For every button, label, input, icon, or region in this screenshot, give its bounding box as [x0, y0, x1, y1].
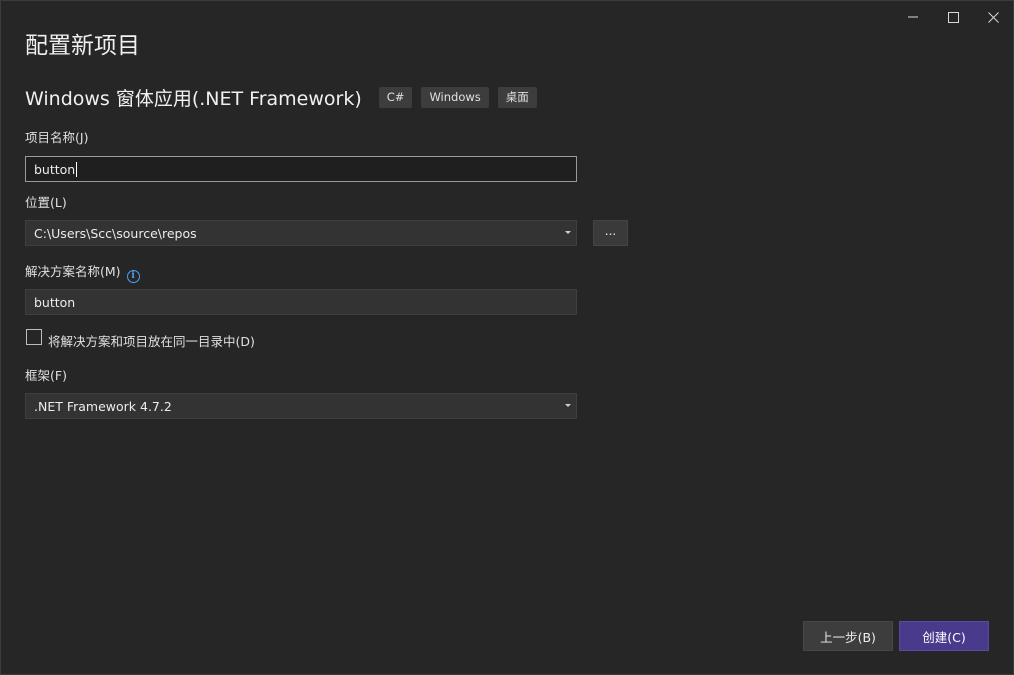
- solution-name-label: 解决方案名称(M): [25, 264, 121, 279]
- language-tag: C#: [378, 86, 413, 108]
- minimize-icon: [908, 16, 918, 18]
- same-directory-option[interactable]: 将解决方案和项目放在同一目录中(D): [26, 327, 255, 350]
- create-button[interactable]: 创建(C): [899, 621, 989, 651]
- solution-name-label-row: 解决方案名称(M) i: [25, 263, 140, 283]
- chevron-down-icon[interactable]: [565, 404, 571, 407]
- maximize-icon: [947, 11, 959, 23]
- close-button[interactable]: [973, 1, 1013, 33]
- solution-name-input[interactable]: button: [25, 289, 577, 315]
- platform-tag: Windows: [421, 86, 489, 108]
- framework-label: 框架(F): [25, 368, 67, 383]
- template-header: Windows 窗体应用(.NET Framework) C# Windows …: [25, 84, 546, 110]
- same-directory-label[interactable]: 将解决方案和项目放在同一目录中(D): [48, 331, 255, 350]
- minimize-button[interactable]: [893, 1, 933, 33]
- project-name-input[interactable]: button: [25, 156, 577, 182]
- framework-value: .NET Framework 4.7.2: [34, 398, 172, 414]
- template-name: Windows 窗体应用(.NET Framework): [25, 87, 362, 110]
- close-icon: [987, 11, 999, 23]
- window-controls: [893, 1, 1013, 33]
- text-caret: [76, 161, 78, 177]
- project-name-label: 项目名称(J): [25, 130, 89, 145]
- browse-button[interactable]: ...: [593, 220, 628, 246]
- maximize-button[interactable]: [933, 1, 973, 33]
- location-label: 位置(L): [25, 195, 67, 210]
- solution-name-value: button: [34, 294, 76, 310]
- location-value: C:\Users\Scc\source\repos: [34, 225, 197, 241]
- project-type-tag: 桌面: [497, 86, 537, 108]
- configure-project-window: 配置新项目 Windows 窗体应用(.NET Framework) C# Wi…: [0, 0, 1014, 675]
- back-button[interactable]: 上一步(B): [803, 621, 893, 651]
- project-name-value: button: [34, 161, 76, 177]
- info-icon[interactable]: i: [126, 269, 140, 283]
- same-directory-checkbox[interactable]: [26, 328, 42, 345]
- location-combobox[interactable]: C:\Users\Scc\source\repos: [25, 220, 577, 246]
- page-title: 配置新项目: [25, 33, 140, 59]
- chevron-down-icon[interactable]: [565, 231, 571, 234]
- framework-select[interactable]: .NET Framework 4.7.2: [25, 393, 577, 419]
